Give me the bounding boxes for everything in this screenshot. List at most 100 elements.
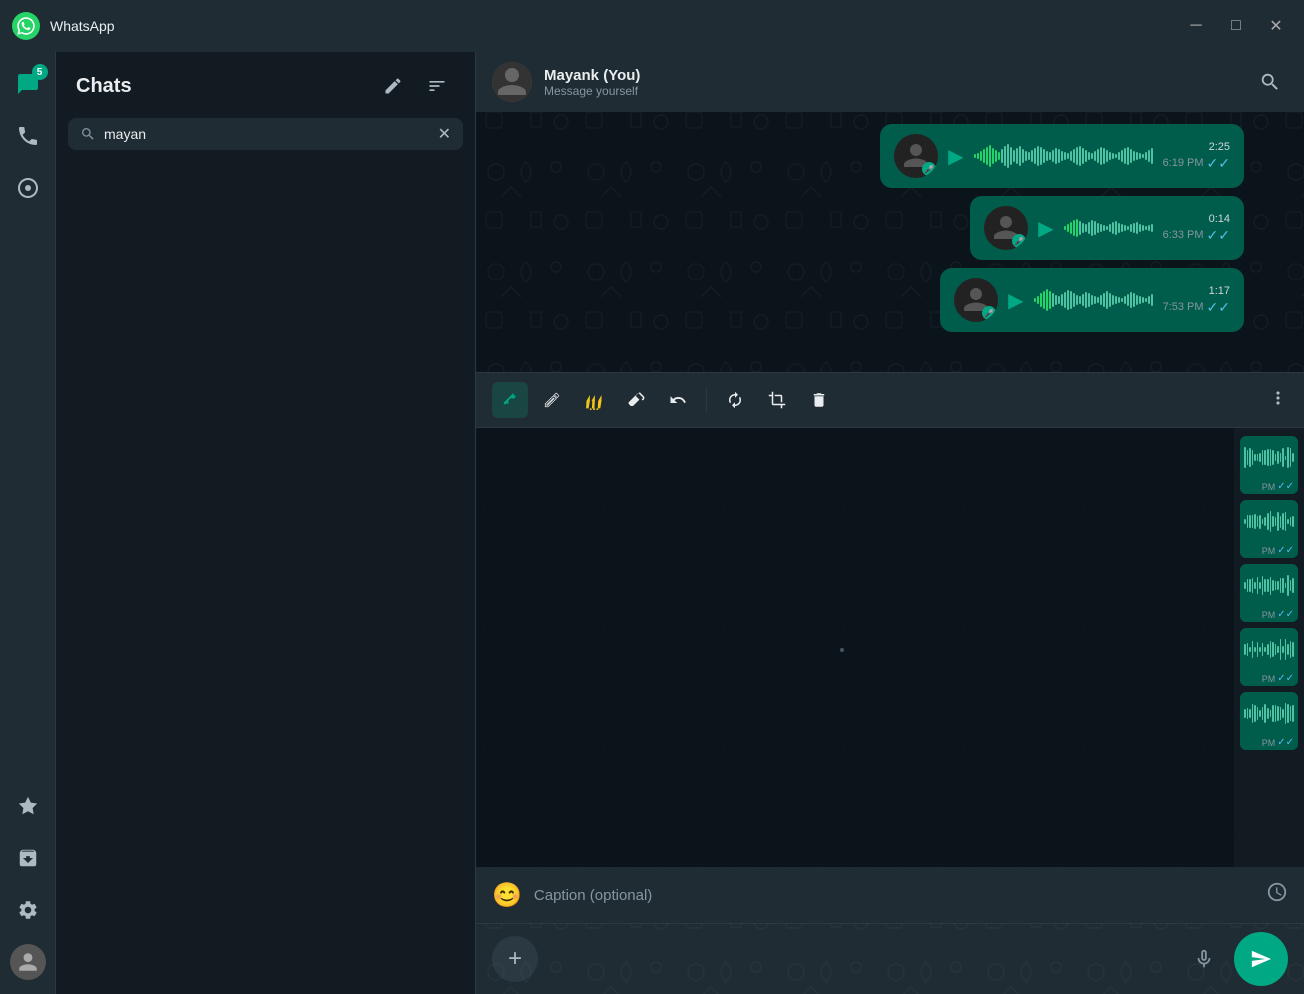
- thumb-waveform-1: [1240, 436, 1298, 479]
- send-button[interactable]: [1234, 932, 1288, 986]
- chat-header: Mayank (You) Message yourself: [476, 52, 1304, 112]
- voice-meta: 2:25 6:19 PM ✓✓: [1163, 141, 1230, 172]
- sidebar-item-status[interactable]: [4, 164, 52, 212]
- whatsapp-logo: [12, 12, 40, 40]
- sidebar-item-chats[interactable]: 5: [4, 60, 52, 108]
- voice-message-2: 🎤 ▶ 0:14 6:33 PM ✓✓: [970, 196, 1244, 260]
- voice-time-3: 7:53 PM: [1163, 301, 1204, 313]
- search-bar: ✕: [68, 118, 463, 150]
- messages-area: 🎤 ▶ 2:25 6:19 PM ✓✓ 🎤 ▶: [476, 112, 1304, 372]
- thumb-meta-1: PM ✓✓: [1240, 479, 1298, 494]
- thumb-waveform-4: [1240, 628, 1298, 671]
- maximize-button[interactable]: □: [1220, 10, 1252, 42]
- waveform-2: [1064, 214, 1153, 242]
- voice-thumb-3: 🎤: [954, 278, 998, 322]
- search-input[interactable]: [104, 126, 430, 142]
- thumb-check-2: ✓✓: [1277, 545, 1294, 556]
- undo-tool-button[interactable]: [660, 382, 696, 418]
- sidebar-item-avatar[interactable]: [4, 938, 52, 986]
- thumb-check-3: ✓✓: [1277, 609, 1294, 620]
- thumb-time-1: PM: [1262, 482, 1276, 492]
- chat-info: Mayank (You) Message yourself: [544, 67, 1240, 98]
- more-options-button[interactable]: [1268, 388, 1288, 413]
- image-preview-toolbar: [476, 372, 1304, 428]
- waveform-3: [1034, 286, 1153, 314]
- thumb-waveform-3: [1240, 564, 1298, 607]
- search-icon: [80, 126, 96, 142]
- timer-button[interactable]: [1266, 881, 1288, 909]
- clear-search-button[interactable]: ✕: [438, 124, 451, 144]
- toolbar-divider: [706, 388, 707, 412]
- thumb-time-2: PM: [1262, 546, 1276, 556]
- compose-button[interactable]: [375, 68, 411, 104]
- thumbnail-5[interactable]: PM ✓✓: [1240, 692, 1298, 750]
- thumb-meta-2: PM ✓✓: [1240, 543, 1298, 558]
- caption-input[interactable]: [534, 887, 1254, 904]
- read-receipt-2: ✓✓: [1207, 227, 1230, 244]
- chat-header-icons: [1252, 64, 1288, 100]
- delete-tool-button[interactable]: [801, 382, 837, 418]
- play-button[interactable]: ▶: [948, 144, 963, 169]
- app-title: WhatsApp: [50, 18, 1180, 34]
- thumb-time-4: PM: [1262, 674, 1276, 684]
- voice-time: 6:19 PM: [1163, 157, 1204, 169]
- minimize-button[interactable]: ─: [1180, 10, 1212, 42]
- thumb-waveform-5: [1240, 692, 1298, 735]
- thumb-meta-5: PM ✓✓: [1240, 735, 1298, 750]
- pen-tool-button[interactable]: [492, 382, 528, 418]
- voice-duration: 2:25: [1209, 141, 1230, 153]
- contact-avatar[interactable]: [492, 62, 532, 102]
- close-button[interactable]: ✕: [1260, 10, 1292, 42]
- play-button-3[interactable]: ▶: [1008, 288, 1023, 313]
- image-preview-area: PM ✓✓ PM ✓✓ PM ✓✓: [476, 428, 1304, 867]
- voice-duration-2: 0:14: [1209, 213, 1230, 225]
- thumb-time-3: PM: [1262, 610, 1276, 620]
- thumb-check-4: ✓✓: [1277, 673, 1294, 684]
- add-attachment-button[interactable]: +: [492, 936, 538, 982]
- sidebar: 5: [0, 52, 56, 994]
- rotate-crop-tool-button[interactable]: [717, 382, 753, 418]
- read-receipt: ✓✓: [1207, 155, 1230, 172]
- sidebar-item-calls[interactable]: [4, 112, 52, 160]
- plus-icon: +: [508, 945, 522, 973]
- thumb-meta-4: PM ✓✓: [1240, 671, 1298, 686]
- microphone-button[interactable]: [1186, 941, 1222, 977]
- mic-icon-3: 🎤: [982, 306, 996, 320]
- thumb-check-1: ✓✓: [1277, 481, 1294, 492]
- voice-meta-3: 1:17 7:53 PM ✓✓: [1163, 285, 1230, 316]
- preview-background: [476, 428, 1234, 867]
- voice-thumb-2: 🎤: [984, 206, 1028, 250]
- chats-title: Chats: [76, 75, 132, 98]
- thumbnail-3[interactable]: PM ✓✓: [1240, 564, 1298, 622]
- voice-meta-2: 0:14 6:33 PM ✓✓: [1163, 213, 1230, 244]
- highlight-tool-button[interactable]: [576, 382, 612, 418]
- sidebar-item-starred[interactable]: [4, 782, 52, 830]
- sidebar-item-archive[interactable]: [4, 834, 52, 882]
- eraser-tool-button[interactable]: [618, 382, 654, 418]
- crop-tool-button[interactable]: [759, 382, 795, 418]
- filter-button[interactable]: [419, 68, 455, 104]
- thumbnail-2[interactable]: PM ✓✓: [1240, 500, 1298, 558]
- voice-time-2: 6:33 PM: [1163, 229, 1204, 241]
- waveform: [974, 142, 1153, 170]
- thumbnail-1[interactable]: PM ✓✓: [1240, 436, 1298, 494]
- chats-header: Chats: [56, 52, 475, 114]
- titlebar: WhatsApp ─ □ ✕: [0, 0, 1304, 52]
- user-avatar: [10, 944, 46, 980]
- window-controls: ─ □ ✕: [1180, 10, 1292, 42]
- voice-message-3: 🎤 ▶ 1:17 7:53 PM ✓✓: [940, 268, 1244, 332]
- thumb-waveform-2: [1240, 500, 1298, 543]
- preview-main: [476, 428, 1234, 867]
- sidebar-item-settings[interactable]: [4, 886, 52, 934]
- center-dot: [840, 648, 844, 652]
- thumbnail-4[interactable]: PM ✓✓: [1240, 628, 1298, 686]
- search-messages-button[interactable]: [1252, 64, 1288, 100]
- chat-area: Mayank (You) Message yourself 🎤 ▶ 2:: [476, 52, 1304, 994]
- play-button-2[interactable]: ▶: [1038, 216, 1053, 241]
- caption-area: 😊: [476, 867, 1304, 923]
- main-layout: 5 Chats: [0, 52, 1304, 994]
- emoji-button[interactable]: 😊: [492, 881, 522, 910]
- pen-outline-tool-button[interactable]: [534, 382, 570, 418]
- thumbnails-strip: PM ✓✓ PM ✓✓ PM ✓✓: [1234, 428, 1304, 867]
- thumb-check-5: ✓✓: [1277, 737, 1294, 748]
